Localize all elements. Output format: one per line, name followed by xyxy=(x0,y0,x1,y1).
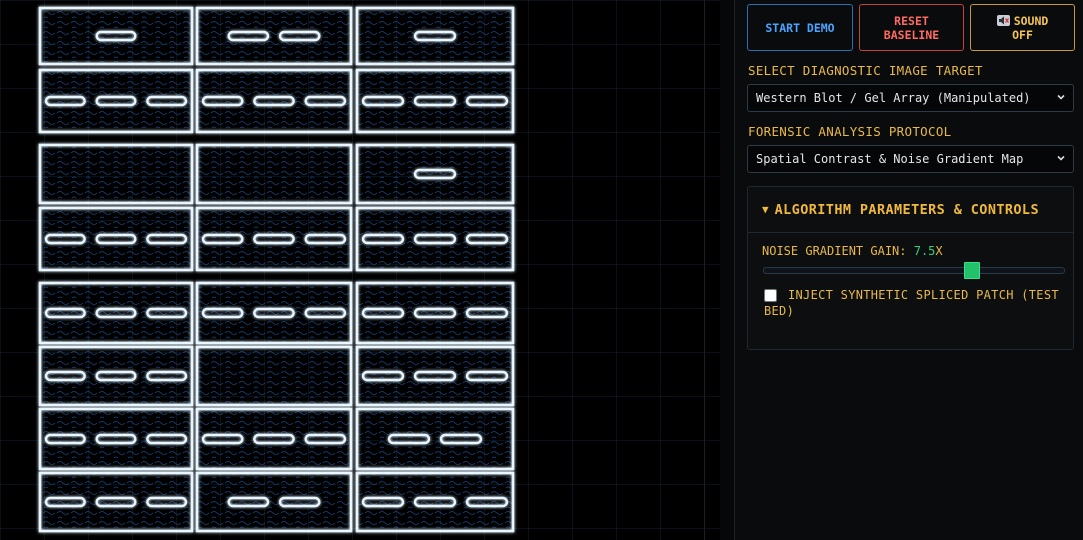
algorithm-parameters-panel: ▼ ALGORITHM PARAMETERS & CONTROLS NOISE … xyxy=(747,186,1074,350)
blot-lane-noise xyxy=(40,347,192,405)
reset-baseline-button[interactable]: RESET BASELINE xyxy=(859,4,964,51)
noise-gain-label: NOISE GRADIENT GAIN: xyxy=(762,244,907,258)
target-label: SELECT DIAGNOSTIC IMAGE TARGET xyxy=(748,63,983,78)
viewport-divider xyxy=(704,0,705,540)
sound-label: SOUND OFF xyxy=(996,14,1048,42)
chevron-down-icon xyxy=(1057,155,1065,161)
blot-lane-noise xyxy=(357,145,513,203)
start-demo-button[interactable]: START DEMO xyxy=(747,4,853,51)
sound-toggle-button[interactable]: SOUND OFF xyxy=(970,4,1075,51)
target-select-value: Western Blot / Gel Array (Manipulated) xyxy=(756,91,1031,105)
blot-lane-noise xyxy=(357,347,513,405)
blot-lane-noise xyxy=(40,409,192,469)
blot-lane-noise xyxy=(197,145,351,203)
inject-patch-checkbox[interactable] xyxy=(764,289,777,302)
blot-lane-noise xyxy=(197,70,351,132)
reset-baseline-label: RESET BASELINE xyxy=(883,13,940,42)
blot-lane-noise xyxy=(40,283,192,343)
blot-lane-noise xyxy=(40,473,192,531)
protocol-select-value: Spatial Contrast & Noise Gradient Map xyxy=(756,152,1024,166)
noise-gain-value: 7.5 xyxy=(913,244,936,258)
blot-lane-noise xyxy=(40,145,192,203)
start-demo-label: START DEMO xyxy=(765,20,835,35)
blot-lane-noise xyxy=(40,70,192,132)
blot-lane-noise xyxy=(357,283,513,343)
blot-lane-noise xyxy=(197,8,351,64)
blot-lane-noise xyxy=(357,70,513,132)
parameters-toggle[interactable]: ▼ ALGORITHM PARAMETERS & CONTROLS xyxy=(748,187,1073,233)
parameters-title: ALGORITHM PARAMETERS & CONTROLS xyxy=(774,201,1039,218)
blot-lane-noise xyxy=(197,347,351,405)
noise-gain-readout: NOISE GRADIENT GAIN: 7.5X xyxy=(762,244,943,258)
inject-patch-label[interactable]: INJECT SYNTHETIC SPLICED PATCH (TEST BED… xyxy=(764,287,1068,318)
blot-lane-noise xyxy=(40,208,192,270)
blot-lane-noise xyxy=(197,473,351,531)
chevron-down-icon xyxy=(1057,94,1065,100)
control-panel: START DEMO RESET BASELINE SOUND OFF SELE… xyxy=(734,0,1083,540)
blot-lane-noise xyxy=(197,409,351,469)
blot-lane-noise xyxy=(357,8,513,64)
muted-speaker-icon xyxy=(996,14,1010,26)
protocol-select[interactable]: Spatial Contrast & Noise Gradient Map xyxy=(747,145,1074,173)
blot-lane-noise xyxy=(197,283,351,343)
blot-lane-noise xyxy=(197,208,351,270)
noise-gain-slider-thumb[interactable] xyxy=(964,262,980,279)
blot-lane-noise xyxy=(357,409,513,469)
noise-gain-unit: X xyxy=(935,244,943,258)
gel-blot-gradient-map xyxy=(36,4,518,538)
analysis-viewport xyxy=(0,0,720,540)
protocol-label: FORENSIC ANALYSIS PROTOCOL xyxy=(748,124,952,139)
blot-lane-noise xyxy=(40,8,192,64)
blot-lane-noise xyxy=(357,473,513,531)
noise-gain-slider[interactable] xyxy=(763,262,1065,279)
caret-down-icon: ▼ xyxy=(762,203,769,216)
target-select[interactable]: Western Blot / Gel Array (Manipulated) xyxy=(747,84,1074,112)
blot-lane-noise xyxy=(357,208,513,270)
